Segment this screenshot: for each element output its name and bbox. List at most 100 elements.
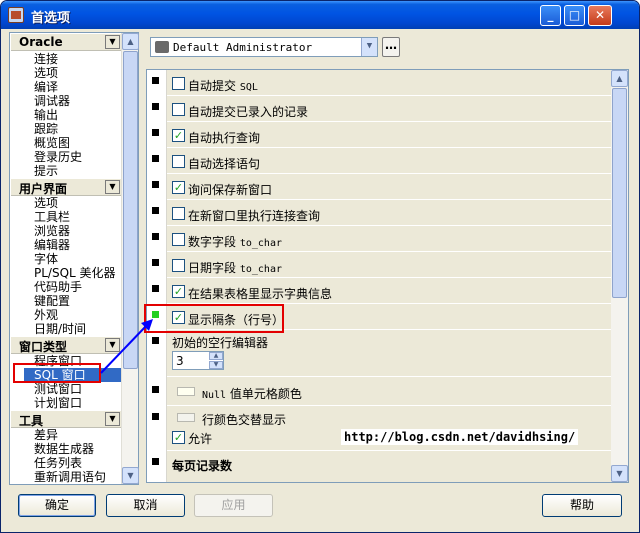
tree-item[interactable]: 差异 [34, 428, 58, 442]
tree-item[interactable]: 编译 [34, 80, 58, 94]
option-label: 自动选择语句 [188, 157, 261, 171]
help-button[interactable]: 帮助 [542, 494, 622, 517]
exec-conn-query-checkbox[interactable] [172, 207, 185, 220]
marker-icon [152, 181, 159, 188]
option-row: Null 值单元格颜色 [152, 378, 611, 406]
section-header-oracle[interactable]: Oracle ▼ [11, 34, 122, 51]
auto-commit-entered-checkbox[interactable] [172, 103, 185, 116]
maximize-button[interactable]: □ [564, 5, 585, 26]
null-color-swatch[interactable] [177, 387, 195, 396]
annotation-box-option [144, 304, 284, 333]
tree-item[interactable]: 概览图 [34, 136, 70, 150]
option-label: Null 值单元格颜色 [202, 387, 302, 401]
tree-item[interactable]: PL/SQL 美化器 [34, 266, 116, 280]
dict-info-checkbox[interactable]: ✓ [172, 285, 185, 298]
tree-scrollbar[interactable]: ▲ ▼ [121, 33, 139, 484]
alt-row-allow-checkbox[interactable]: ✓ [172, 431, 185, 444]
tree-item[interactable]: 键配置 [34, 294, 70, 308]
tree-item[interactable]: 代码助手 [34, 280, 82, 294]
section-header-ui[interactable]: 用户界面 ▼ [11, 179, 122, 196]
increment-icon[interactable]: ▲ [209, 352, 223, 360]
scroll-thumb[interactable] [123, 51, 138, 369]
option-row: 日期字段 to_char [152, 253, 611, 278]
empty-rows-stepper[interactable]: 3 ▲ ▼ [172, 351, 224, 370]
chevron-down-icon[interactable]: ▼ [105, 35, 120, 49]
marker-icon [152, 207, 159, 214]
alt-row-color-swatch[interactable] [177, 413, 195, 422]
chevron-down-icon[interactable]: ▼ [105, 412, 120, 426]
category-tree: Oracle ▼ 连接 选项 编译 调试器 输出 跟踪 概览图 登录历史 提示 … [9, 32, 139, 485]
tree-item[interactable]: 调试器 [34, 94, 70, 108]
section-header-window-types[interactable]: 窗口类型 ▼ [11, 337, 122, 354]
scroll-up-icon[interactable]: ▲ [611, 70, 628, 87]
tree-item[interactable]: 编辑器 [34, 238, 70, 252]
scroll-thumb[interactable] [612, 88, 627, 298]
option-row: 自动提交已录入的记录 [152, 97, 611, 122]
tree-item[interactable]: 提示 [34, 164, 58, 178]
tree-item[interactable]: 字体 [34, 252, 58, 266]
minimize-button[interactable]: _ [540, 5, 561, 26]
tree-item[interactable]: 连接 [34, 52, 58, 66]
marker-icon [152, 155, 159, 162]
option-row: ✓ 自动执行查询 [152, 123, 611, 148]
decrement-icon[interactable]: ▼ [209, 361, 223, 369]
options-scrollbar[interactable]: ▲ ▼ [611, 70, 628, 482]
window-title: 首选项 [31, 11, 71, 26]
close-button[interactable]: ✕ [588, 5, 612, 26]
scroll-up-icon[interactable]: ▲ [122, 33, 139, 50]
title-bar[interactable]: 首选项 _ □ ✕ [1, 1, 639, 29]
option-label: 行颜色交替显示 [202, 413, 287, 427]
tree-item[interactable]: 重新调用语句 [34, 470, 106, 484]
ok-button[interactable]: 确定 [18, 494, 96, 517]
tree-item[interactable]: 登录历史 [34, 150, 82, 164]
tree-item[interactable]: 选项 [34, 196, 58, 210]
marker-icon [152, 458, 159, 465]
cancel-button[interactable]: 取消 [106, 494, 185, 517]
tree-item[interactable]: 任务列表 [34, 456, 82, 470]
option-row: 初始的空行编辑器 3 ▲ ▼ [152, 331, 611, 377]
tree-item[interactable]: 数据生成器 [34, 442, 94, 456]
auto-exec-query-checkbox[interactable]: ✓ [172, 129, 185, 142]
profile-select[interactable]: Default Administrator ▼ [150, 37, 378, 57]
auto-commit-checkbox[interactable] [172, 77, 185, 90]
marker-icon [152, 413, 159, 420]
number-field-checkbox[interactable] [172, 233, 185, 246]
option-row: ✓ 询问保存新窗口 [152, 175, 611, 200]
option-label: 询问保存新窗口 [188, 183, 273, 197]
chevron-down-icon[interactable]: ▼ [361, 38, 377, 56]
marker-icon [152, 386, 159, 393]
option-label: 允许 [188, 432, 213, 446]
option-label: 在结果表格里显示字典信息 [188, 287, 333, 301]
marker-icon [152, 285, 159, 292]
date-field-checkbox[interactable] [172, 259, 185, 272]
preferences-window: 首选项 _ □ ✕ Oracle ▼ 连接 选项 编译 调试器 输出 跟踪 概览… [0, 0, 640, 533]
apply-button[interactable]: 应用 [194, 494, 273, 517]
option-label: 数字字段 to_char [188, 235, 282, 249]
section-header-tools[interactable]: 工具 ▼ [11, 411, 122, 428]
option-row: 数字字段 to_char [152, 227, 611, 252]
ask-save-new-checkbox[interactable]: ✓ [172, 181, 185, 194]
option-label: 在新窗口里执行连接查询 [188, 209, 321, 223]
tree-item[interactable]: 跟踪 [34, 122, 58, 136]
tree-item[interactable]: 工具栏 [34, 210, 70, 224]
tree-item[interactable]: 测试窗口 [34, 382, 82, 396]
auto-select-stmt-checkbox[interactable] [172, 155, 185, 168]
tree-item[interactable]: 选项 [34, 66, 58, 80]
chevron-down-icon[interactable]: ▼ [105, 338, 120, 352]
marker-icon [152, 259, 159, 266]
tree-item[interactable]: 浏览器 [34, 224, 70, 238]
tree-item[interactable]: 日期/时间 [34, 322, 86, 336]
scroll-down-icon[interactable]: ▼ [611, 465, 628, 482]
chevron-down-icon[interactable]: ▼ [105, 180, 120, 194]
scroll-down-icon[interactable]: ▼ [122, 467, 139, 484]
option-label: 自动执行查询 [188, 131, 261, 145]
tree-item[interactable]: 输出 [34, 108, 58, 122]
option-label: 初始的空行编辑器 [172, 336, 269, 350]
option-row: 每页记录数 [152, 452, 611, 482]
profile-options-button[interactable]: … [382, 37, 400, 57]
marker-icon [152, 77, 159, 84]
tree-item[interactable]: 外观 [34, 308, 58, 322]
watermark-url: http://blog.csdn.net/davidhsing/ [341, 429, 579, 445]
tree-item[interactable]: 计划窗口 [34, 396, 82, 410]
marker-icon [152, 129, 159, 136]
